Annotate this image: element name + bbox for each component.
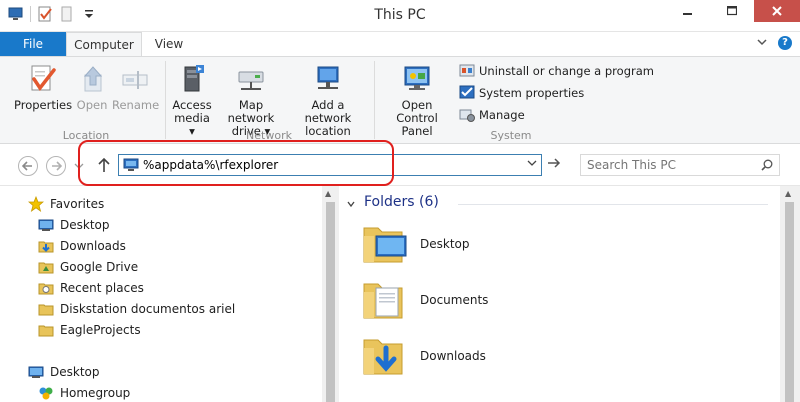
nav-scrollbar[interactable]: ▲	[322, 186, 339, 402]
map-network-drive-button[interactable]: Map network drive ▾	[215, 63, 287, 138]
documents-folder-icon	[362, 278, 410, 322]
desktop-icon	[28, 364, 44, 380]
ribbon-options: ?	[756, 36, 792, 51]
open-arrow-icon	[76, 63, 108, 95]
expand-ribbon-icon[interactable]	[756, 36, 768, 51]
manage-button[interactable]: Manage	[459, 107, 525, 123]
go-button[interactable]	[544, 156, 564, 174]
group-label-network: Network	[246, 129, 292, 142]
computer-icon	[123, 158, 139, 172]
group-label-system: System	[490, 129, 532, 142]
tab-view[interactable]: View	[142, 32, 196, 56]
up-arrow-icon	[98, 157, 110, 172]
folder-icon	[38, 301, 54, 317]
folder-icon	[38, 322, 54, 338]
media-server-icon	[176, 63, 208, 95]
help-icon[interactable]: ?	[778, 36, 792, 50]
system-properties-icon	[459, 85, 475, 101]
scroll-thumb[interactable]	[785, 202, 794, 402]
close-button[interactable]	[754, 0, 800, 22]
network-location-icon	[312, 63, 344, 95]
nav-item-desktop[interactable]: Desktop	[38, 215, 110, 235]
access-media-button[interactable]: Access media ▾	[170, 63, 214, 138]
uninstall-program-button[interactable]: Uninstall or change a program	[459, 63, 654, 79]
group-separator	[374, 61, 375, 139]
manage-icon	[459, 107, 475, 123]
control-panel-icon	[401, 63, 433, 95]
scroll-up-icon[interactable]: ▲	[785, 189, 791, 198]
folder-item-downloads[interactable]: Downloads	[362, 334, 486, 378]
forward-button[interactable]	[46, 156, 66, 176]
open-control-panel-button[interactable]: Open Control Panel	[380, 63, 454, 138]
back-button[interactable]	[18, 156, 38, 176]
nav-desktop-root[interactable]: Desktop	[28, 362, 100, 382]
address-bar[interactable]: %appdata%\rfexplorer	[118, 154, 542, 176]
recent-places-icon	[38, 280, 54, 296]
downloads-folder-icon	[362, 334, 410, 378]
network-drive-icon	[235, 63, 267, 95]
properties-icon	[26, 63, 58, 95]
search-input[interactable]	[587, 158, 757, 172]
minimize-button[interactable]	[666, 0, 710, 22]
content-pane: Folders (6) Desktop Documents Downloads	[347, 186, 780, 402]
close-icon	[772, 6, 782, 16]
group-separator	[165, 61, 166, 139]
properties-button[interactable]: Properties	[14, 63, 72, 112]
star-icon	[27, 195, 45, 212]
nav-item-recent-places[interactable]: Recent places	[38, 278, 144, 298]
desktop-folder-icon	[362, 222, 410, 266]
navigation-pane: Favorites Desktop Downloads Google Drive…	[0, 186, 336, 402]
scroll-thumb[interactable]	[326, 202, 335, 402]
address-row: %appdata%\rfexplorer	[0, 144, 800, 186]
window-controls	[666, 0, 800, 22]
back-arrow-icon	[22, 161, 32, 171]
content-scrollbar[interactable]: ▲	[780, 186, 800, 402]
collapse-group-icon[interactable]	[346, 198, 356, 208]
address-dropdown-icon[interactable]	[527, 158, 537, 171]
address-input[interactable]: %appdata%\rfexplorer	[143, 158, 278, 172]
nav-homegroup[interactable]: Homegroup	[38, 383, 130, 402]
forward-arrow-icon	[52, 161, 62, 171]
scroll-up-icon[interactable]: ▲	[325, 189, 331, 198]
tab-file[interactable]: File	[0, 32, 66, 56]
nav-item-diskstation[interactable]: Diskstation documentos ariel	[38, 299, 235, 319]
folder-item-desktop[interactable]: Desktop	[362, 222, 470, 266]
folders-group-header[interactable]: Folders (6)	[364, 194, 439, 210]
nav-item-eagleprojects[interactable]: EagleProjects	[38, 320, 141, 340]
nav-item-google-drive[interactable]: Google Drive	[38, 257, 138, 277]
up-button[interactable]	[96, 157, 112, 173]
ribbon: Properties Open Rename Location Access m…	[0, 56, 800, 144]
downloads-folder-icon	[38, 238, 54, 254]
system-properties-button[interactable]: System properties	[459, 85, 584, 101]
search-box[interactable]	[580, 154, 780, 176]
tab-computer[interactable]: Computer	[66, 32, 142, 57]
go-arrow-icon	[548, 158, 561, 168]
google-drive-folder-icon	[38, 259, 54, 275]
maximize-button[interactable]	[710, 0, 754, 22]
rename-icon	[119, 63, 151, 95]
add-network-location-button[interactable]: Add a network location	[289, 63, 367, 138]
group-label-location: Location	[62, 129, 110, 142]
desktop-icon	[38, 217, 54, 233]
uninstall-icon	[459, 63, 475, 79]
group-divider	[458, 204, 768, 205]
rename-button[interactable]: Rename	[112, 63, 159, 112]
folder-item-documents[interactable]: Documents	[362, 278, 488, 322]
nav-favorites[interactable]: Favorites	[27, 194, 104, 214]
title-bar: This PC	[0, 0, 800, 32]
nav-item-downloads[interactable]: Downloads	[38, 236, 126, 256]
open-button[interactable]: Open	[74, 63, 110, 112]
search-icon[interactable]	[761, 159, 773, 171]
recent-locations-chevron-icon[interactable]	[74, 160, 84, 170]
ribbon-tabs: File Computer View ?	[0, 32, 800, 57]
homegroup-icon	[38, 385, 54, 401]
